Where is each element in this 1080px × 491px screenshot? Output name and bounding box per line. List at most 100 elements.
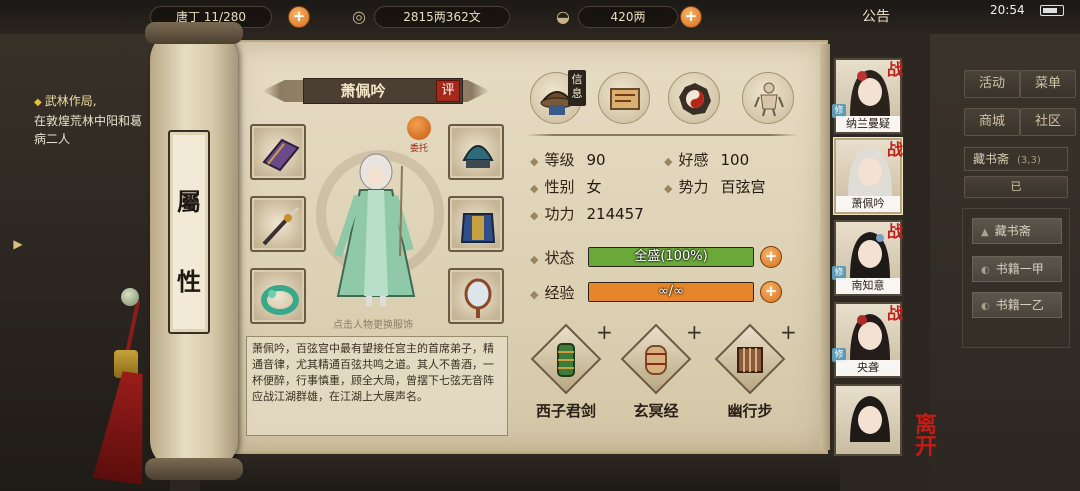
stat-value: 90 [586,151,606,169]
gauntlet-icon [262,138,300,172]
equip-slot-helmet[interactable] [448,124,504,180]
stat-favor: ◆ 好感 100 [664,150,749,172]
exp-bar-text: ∞/∞ [657,284,685,299]
scroll-cap-top [145,22,243,44]
skill-slot-3[interactable]: + [714,320,797,398]
stat-value: 女 [586,178,602,196]
location-sub-button[interactable]: 已 [964,176,1068,198]
diamond-icon: ◆ [530,253,539,266]
quest-description: 在敦煌荒林中阳和葛病二人 [34,114,143,146]
location-item-books-a[interactable]: ◐ 书籍一甲 [972,256,1062,282]
tab-meridian[interactable] [742,72,794,124]
roster-name: 纳兰曼疑 [836,116,900,132]
evaluate-button[interactable]: 评 [436,80,460,102]
bracelet-icon [261,285,299,315]
diamond-icon: ◆ [664,155,673,168]
location-item-label: 书籍一乙 [995,298,1044,312]
stat-label: 性别 [544,178,575,196]
panel-title: 屬 性 [168,130,210,334]
exp-add-button[interactable]: + [760,281,782,303]
equip-slot-accessory[interactable] [448,268,504,324]
stat-gender: ◆ 性别女 [530,177,602,199]
status-row: ◆ 状态 [530,247,574,268]
bamboo-slips-icon [737,347,763,373]
diamond-icon: ◆ [530,288,539,301]
character-figure[interactable] [318,146,432,312]
roster-card-selected[interactable]: 战 萧佩吟 [834,138,903,214]
status-label: 状态 [544,249,575,267]
half-circle-icon: ◐ [981,301,990,312]
location-item-library[interactable]: ▲ 藏书斋 [972,218,1062,244]
battery-icon [1040,5,1064,16]
scroll-edge [820,44,830,450]
shop-button[interactable]: 商城 [964,108,1020,136]
notice-button[interactable]: 公告 [862,6,890,26]
diamond-icon: ◆ [530,209,539,222]
silver-add-button[interactable]: + [680,6,702,28]
expand-arrow-icon[interactable]: ▶ [10,236,26,252]
stat-label: 功力 [544,205,575,223]
roster-card[interactable] [834,384,902,456]
diamond-icon: ◆ [664,182,673,195]
scroll-map-icon [610,88,640,110]
status-restore-button[interactable]: + [760,246,782,268]
stat-value: 214457 [586,205,644,223]
figure-hint: 点击人物更换服饰 [333,320,413,331]
skill-add-icon[interactable]: + [780,320,797,344]
roster-name: 央聋 [836,360,900,376]
battle-marker: 战 [886,140,903,159]
leave-button[interactable]: 离开 [906,414,946,458]
bottom-nav-bar [200,455,840,491]
copper-coin-icon: ◎ [352,7,366,26]
stat-value: 100 [720,151,750,169]
skill-name-1: 西子君剑 [535,402,596,420]
equip-slot-weapon[interactable] [250,196,306,252]
silver-readout: 420两 [578,6,678,28]
roster-name: 萧佩吟 [836,196,900,212]
meridian-figure-icon [754,82,784,117]
portrait-avatar [850,396,890,442]
roster-card[interactable]: 战 修 央聋 [832,302,903,378]
stat-level: ◆ 等级 90 [530,150,606,172]
location-label: 藏书斋 (3,3) [964,147,1068,171]
quest-bullet-icon: ◆ [34,97,42,108]
stat-power: ◆ 功力 214457 [530,204,644,226]
equip-slot-ring[interactable] [250,268,306,324]
tab-bagua[interactable] [668,72,720,124]
exp-row: ◆ 经验 [530,282,574,303]
tassel-bead [121,288,139,306]
location-item-books-b[interactable]: ◐ 书籍一乙 [972,292,1062,318]
triangle-icon: ▲ [981,227,989,238]
skill-add-icon[interactable]: + [596,320,613,344]
roster-card[interactable]: 战 修 纳兰曼疑 [832,58,903,134]
skill-add-icon[interactable]: + [686,320,703,344]
quest-title: 武林作局, [44,94,97,108]
skill-name-2: 玄冥经 [633,402,679,420]
equip-slot-armor[interactable] [448,196,504,252]
roster-card[interactable]: 战 修 南知意 [832,220,903,296]
diamond-icon: ◆ [530,155,539,168]
divider [526,134,798,136]
quest-tracker[interactable]: ◆ 武林作局, 在敦煌荒林中阳和葛病二人 [34,92,144,148]
activity-button[interactable]: 活动 [964,70,1020,98]
menu-button[interactable]: 菜单 [1020,70,1076,98]
stat-faction: ◆ 势力 百弦宫 [664,177,766,199]
character-name: 萧佩吟 [340,82,386,100]
status-bar-text: 全盛(100%) [634,249,708,264]
copper-readout: 2815两362文 [374,6,510,28]
skill-slot-2[interactable]: + [620,320,703,398]
stat-label: 好感 [678,151,709,169]
tab-map[interactable] [598,72,650,124]
location-item-label: 书籍一甲 [995,262,1044,276]
half-circle-icon: ◐ [981,265,990,276]
skill-slot-1[interactable]: + [530,320,613,398]
population-add-button[interactable]: + [288,6,310,28]
bagua-icon [679,83,711,115]
dagger-icon [262,206,300,246]
stat-label: 等级 [544,151,575,169]
community-button[interactable]: 社区 [1020,108,1076,136]
equip-slot-gloves[interactable] [250,124,306,180]
panel-title-char-1: 屬 [177,187,201,216]
location-coord: (3,3) [1017,155,1041,166]
skill-name-3: 幽行步 [727,402,773,420]
